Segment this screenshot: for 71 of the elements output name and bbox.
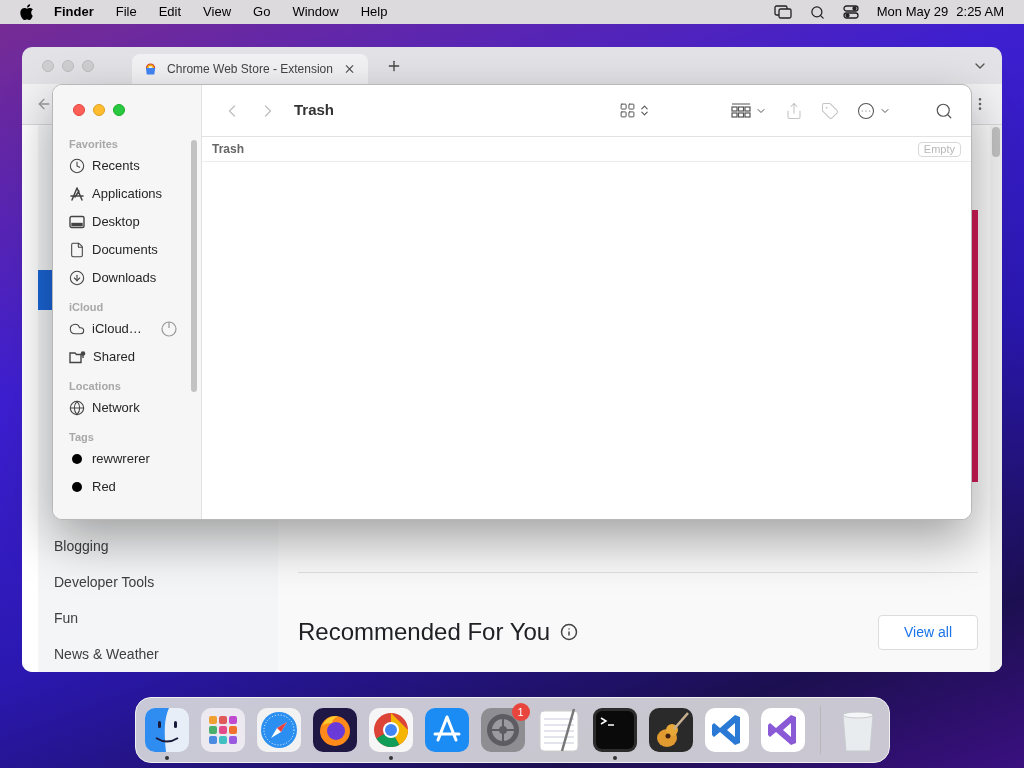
menu-bar-time[interactable]: 2:25 AM	[956, 2, 1004, 22]
category-link[interactable]: Fun	[38, 600, 278, 636]
sidebar-item[interactable]: Applications	[69, 180, 185, 208]
sidebar-item[interactable]: Desktop	[69, 208, 185, 236]
close-window-button[interactable]	[73, 104, 85, 116]
compass-icon[interactable]	[255, 707, 302, 753]
terminal-icon[interactable]	[591, 707, 638, 753]
control-center-icon[interactable]	[842, 5, 859, 19]
menu-item[interactable]: Window	[292, 2, 339, 22]
zoom-window-button[interactable]	[113, 104, 125, 116]
menu-bar-date[interactable]: Mon May 29	[876, 2, 949, 22]
clock-icon	[69, 158, 85, 174]
menu-item[interactable]: Edit	[158, 2, 182, 22]
sidebar-item[interactable]: rewwrerer	[69, 445, 185, 473]
globe-icon	[69, 400, 85, 416]
gear-icon[interactable]	[479, 707, 526, 753]
sidebar-item[interactable]: Network	[69, 394, 185, 422]
window-title: Trash	[294, 100, 335, 121]
selected-category-bar	[38, 270, 52, 310]
search-icon[interactable]	[809, 4, 825, 20]
shared-folder-icon	[69, 350, 86, 364]
view-all-button[interactable]: View all	[878, 614, 978, 650]
sidebar-section-header: iCloud	[69, 300, 105, 315]
sidebar-item[interactable]: Recents	[69, 152, 185, 180]
document-icon	[69, 242, 85, 258]
sidebar-section-header: Favorites	[69, 137, 119, 152]
cloud-icon	[69, 321, 85, 337]
up-down-icon	[638, 104, 651, 117]
fox-globe-icon[interactable]	[311, 707, 358, 753]
menu-item[interactable]: View	[203, 2, 232, 22]
sidebar-section-header: Locations	[69, 379, 122, 394]
notification-badge: 1	[511, 703, 530, 721]
view-mode-button[interactable]	[619, 102, 651, 119]
apple-logo-icon[interactable]	[20, 4, 34, 20]
category-link[interactable]: News & Weather	[38, 636, 278, 672]
more-button[interactable]	[857, 102, 891, 120]
code-ide-icon[interactable]	[759, 707, 806, 753]
download-icon	[69, 270, 85, 286]
chrome-icon[interactable]	[367, 707, 414, 753]
app-menu[interactable]: Finder	[54, 2, 94, 22]
app-grid-icon[interactable]	[199, 707, 246, 753]
path-label: Trash	[212, 141, 244, 158]
back-icon[interactable]	[36, 96, 52, 112]
section-heading: Recommended For You	[298, 617, 551, 647]
sidebar-item[interactable]: Downloads	[69, 264, 185, 292]
sidebar-item[interactable]: Documents	[69, 236, 185, 264]
applications-icon	[69, 186, 85, 202]
category-link[interactable]: Blogging	[38, 528, 278, 564]
tab-title: Chrome Web Store - Extension	[167, 61, 333, 78]
finder-face-icon[interactable]	[143, 707, 190, 753]
store-icon	[144, 62, 158, 76]
grid-view-icon	[619, 102, 636, 119]
menu-item[interactable]: File	[115, 2, 137, 22]
browser-tab[interactable]: Chrome Web Store - Extension	[132, 54, 368, 84]
sidebar-item[interactable]: iCloud…	[69, 315, 185, 343]
guitar-icon[interactable]	[647, 707, 694, 753]
category-link[interactable]: Developer Tools	[38, 564, 278, 600]
search-icon[interactable]	[935, 102, 953, 120]
sidebar-section-header: Tags	[69, 430, 95, 445]
sidebar-item[interactable]: Shared	[69, 343, 185, 371]
screen-mirroring-icon[interactable]	[773, 5, 792, 19]
group-icon	[731, 103, 751, 119]
group-button[interactable]	[731, 103, 767, 119]
sidebar-item[interactable]: Red	[69, 473, 185, 501]
menu-item[interactable]: Help	[360, 2, 388, 22]
menu-item[interactable]: Go	[253, 2, 271, 22]
info-icon[interactable]	[560, 623, 579, 641]
ellipsis-icon	[857, 102, 875, 120]
app-store-icon[interactable]	[423, 707, 470, 753]
desktop-icon	[69, 215, 85, 229]
code-editor-icon[interactable]	[703, 707, 750, 753]
